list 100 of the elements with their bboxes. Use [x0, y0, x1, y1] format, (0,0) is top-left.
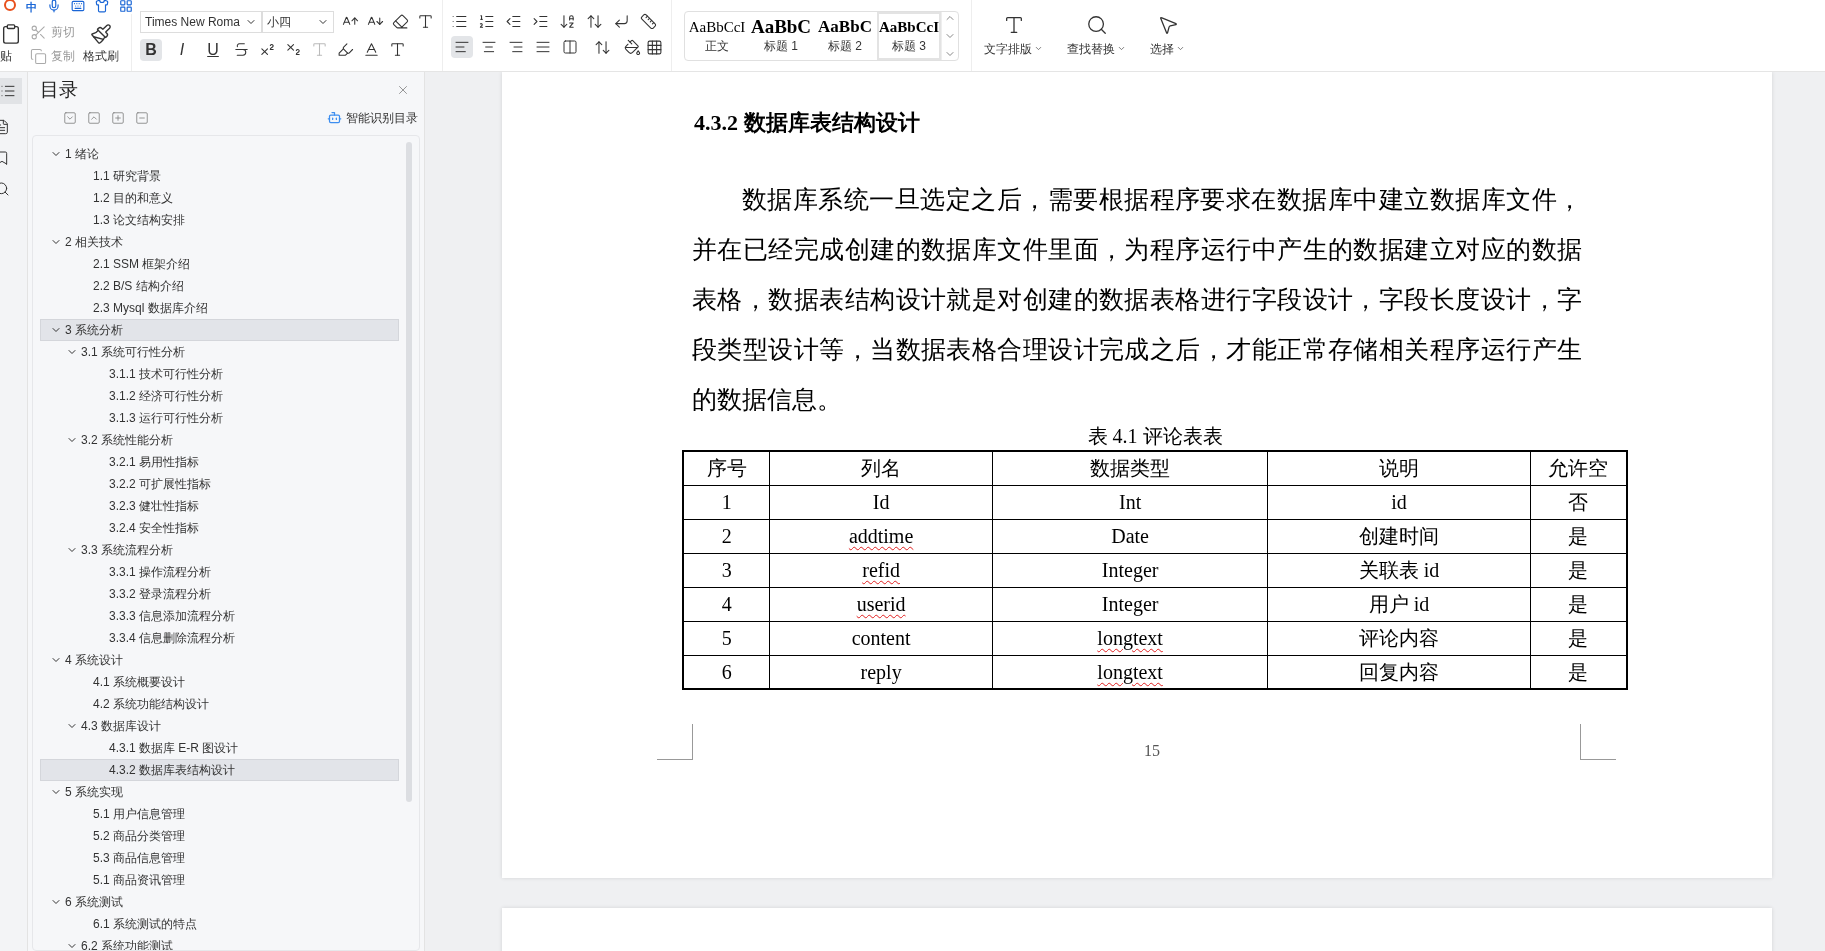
style-preset[interactable]: AaBbC 标题 2 — [813, 11, 877, 60]
outline-item[interactable]: 4 系统设计 — [40, 648, 399, 671]
shading-icon[interactable] — [624, 38, 641, 56]
outline-item[interactable]: 3.1.2 经济可行性分析 — [40, 384, 399, 407]
outline-item[interactable]: 3.3.3 信息添加流程分析 — [40, 604, 399, 627]
outline-item[interactable]: 3.2.1 易用性指标 — [40, 450, 399, 473]
find-replace-button[interactable]: 查找替换 — [1055, 0, 1138, 71]
outline-item[interactable]: 3.1.1 技术可行性分析 — [40, 362, 399, 385]
format-toggle[interactable]: B — [140, 38, 162, 61]
outline-icon[interactable] — [0, 83, 16, 99]
numbered-list-icon[interactable] — [478, 13, 495, 30]
align-left-button[interactable] — [451, 36, 473, 58]
style-preset[interactable]: AaBbCcI 正文 — [685, 11, 749, 60]
outline-item[interactable]: 1.1 研究背景 — [40, 164, 399, 187]
outline-item[interactable]: 3.3 系统流程分析 — [40, 538, 399, 561]
outline-item[interactable]: 3.3.2 登录流程分析 — [40, 582, 399, 605]
style-preset[interactable]: AaBbCcI 标题 3 — [877, 11, 941, 60]
outline-item[interactable]: 3.3.4 信息删除流程分析 — [40, 626, 399, 649]
column-header: 序号 — [683, 451, 770, 485]
table-cell: 关联表 id — [1267, 553, 1531, 587]
table-cell: Int — [992, 485, 1268, 519]
column-header: 数据类型 — [992, 451, 1268, 485]
crop-mark — [657, 724, 693, 760]
font-color-icon[interactable] — [363, 41, 380, 58]
bullet-list-icon[interactable] — [451, 13, 468, 30]
scrollbar[interactable] — [406, 141, 412, 802]
caret-icon — [1176, 44, 1185, 53]
style-preset[interactable]: AaBbC 标题 1 — [749, 11, 813, 60]
subscript-icon[interactable] — [285, 41, 302, 58]
paste-icon[interactable] — [0, 23, 22, 45]
eraser-icon[interactable] — [392, 13, 409, 30]
outline-item[interactable]: 5.2 商品分类管理 — [40, 824, 399, 847]
table-cell: 评论内容 — [1267, 621, 1531, 655]
borders-icon[interactable] — [646, 38, 663, 56]
ime-mode[interactable]: 中 — [26, 0, 37, 14]
highlighter-icon[interactable] — [337, 41, 354, 58]
outline-item[interactable]: 3.2.2 可扩展性指标 — [40, 472, 399, 495]
outline-item[interactable]: 5 系统实现 — [40, 780, 399, 803]
outline-item[interactable]: 1 绪论 — [40, 142, 399, 165]
microphone-icon[interactable] — [47, 0, 61, 13]
align-justify-icon — [535, 39, 551, 55]
table-cell: 5 — [683, 621, 770, 655]
outline-item[interactable]: 2 相关技术 — [40, 230, 399, 253]
sort-icon[interactable] — [586, 13, 603, 30]
indent-icon[interactable] — [532, 13, 549, 30]
outline-item[interactable]: 3.2.3 健壮性指标 — [40, 494, 399, 517]
table-cell: Date — [992, 519, 1268, 553]
outline-item[interactable]: 3.3.1 操作流程分析 — [40, 560, 399, 583]
outline-item[interactable]: 4.3.2 数据库表结构设计 — [40, 758, 399, 781]
table-cell: Integer — [992, 587, 1268, 621]
outline-item[interactable]: 5.1 用户信息管理 — [40, 802, 399, 825]
superscript-icon[interactable] — [259, 41, 276, 58]
outline-item[interactable]: 2.3 Mysql 数据库介绍 — [40, 296, 399, 319]
format-painter-button[interactable]: 格式刷 — [83, 47, 119, 65]
table-cell: userid — [769, 587, 993, 621]
outline-item[interactable]: 4.3.1 数据库 E-R 图设计 — [40, 736, 399, 759]
outline-item[interactable]: 3.2 系统性能分析 — [40, 428, 399, 451]
outline-item[interactable]: 5.1 商品资讯管理 — [40, 868, 399, 891]
outline-item[interactable]: 3 系统分析 — [40, 318, 399, 341]
outline-item[interactable]: 6.1 系统测试的特点 — [40, 912, 399, 935]
select-button[interactable]: 选择 — [1138, 0, 1197, 71]
outline-item[interactable]: 3.2.4 安全性指标 — [40, 516, 399, 539]
search-icon — [1085, 13, 1108, 36]
format-toggle[interactable]: U — [202, 38, 224, 61]
column-header: 列名 — [769, 451, 993, 485]
align-left-icon — [454, 39, 470, 55]
format-toggle[interactable]: I — [171, 38, 193, 61]
strikethrough-icon[interactable] — [233, 41, 250, 58]
keyboard-icon[interactable] — [71, 0, 85, 13]
outline-item[interactable]: 6 系统测试 — [40, 890, 399, 913]
outline-item[interactable]: 3.1.3 运行可行性分析 — [40, 406, 399, 429]
outline-item[interactable]: 4.1 系统概要设计 — [40, 670, 399, 693]
table-cell: content — [769, 621, 993, 655]
crop-mark — [1580, 724, 1616, 760]
table-cell: refid — [769, 553, 993, 587]
shirt-icon[interactable] — [95, 0, 109, 13]
outline-item[interactable]: 1.2 目的和意义 — [40, 186, 399, 209]
outline-item[interactable]: 1.3 论文结构安排 — [40, 208, 399, 231]
outline-item[interactable]: 2.1 SSM 框架介绍 — [40, 252, 399, 275]
caret-icon — [1117, 44, 1126, 53]
grid-icon[interactable] — [119, 0, 133, 13]
outdent-icon[interactable] — [505, 13, 522, 30]
smart-toc-button[interactable]: 智能识别目录 — [327, 108, 418, 127]
table-caption: 表 4.1 评论表表 — [1086, 424, 1224, 449]
body-paragraph: 数据库系统一旦选定之后，需要根据程序要求在数据库中建立数据库文件，并在已经完成创建的数据库文件里面，为程序运行中产生的数据建立对应的数据表格，数据表结构设计就是对创建的数据表格进行字段设计，字段长度设计，字段类型设计等，当数据表格合理设计完成之后，才能正常存储相关程序运行产生的数据信息。 — [692, 185, 1582, 415]
outline-item[interactable]: 2.2 B/S 结构介绍 — [40, 274, 399, 297]
line-spacing-icon[interactable] — [594, 38, 611, 56]
outline-item[interactable]: 4.3 数据库设计 — [40, 714, 399, 737]
paste-button[interactable]: 贴 — [0, 47, 12, 65]
font-family-dropdown[interactable]: Times New Roma — [140, 10, 262, 33]
outline-item[interactable]: 5.3 商品信息管理 — [40, 846, 399, 869]
outline-item[interactable]: 3.1 系统可行性分析 — [40, 340, 399, 363]
ruler-icon[interactable] — [640, 13, 657, 30]
paintbrush-icon[interactable] — [90, 23, 112, 45]
caret-icon — [1034, 44, 1043, 53]
outline-item[interactable]: 4.2 系统功能结构设计 — [40, 692, 399, 715]
font-size-dropdown[interactable]: 小四 — [262, 10, 334, 33]
table-cell: 4 — [683, 587, 770, 621]
align-right-icon — [508, 39, 524, 55]
text-layout-button[interactable]: 文字排版 — [972, 0, 1055, 71]
